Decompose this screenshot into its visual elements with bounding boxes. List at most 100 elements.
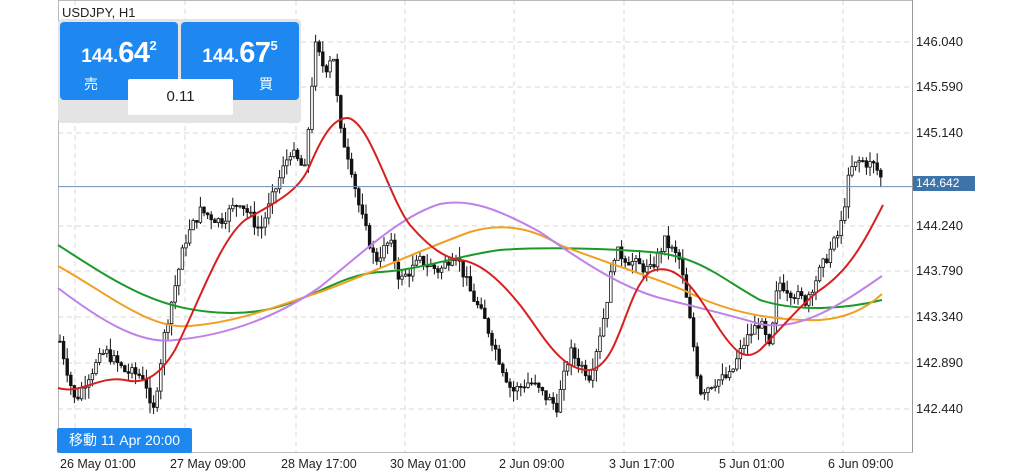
candle-down (220, 218, 224, 224)
candle-down (58, 340, 62, 343)
x-axis-label: 28 May 17:00 (281, 457, 357, 471)
y-axis-label: 145.140 (916, 125, 963, 140)
candle-up (713, 385, 717, 388)
y-axis-label: 146.040 (916, 34, 963, 49)
candle-up (414, 259, 419, 266)
scroll-position-label[interactable]: 移動 11 Apr 20:00 (57, 428, 192, 453)
candle-up (90, 373, 95, 381)
candle-down (407, 273, 411, 277)
candle-up (778, 282, 782, 292)
candle-up (835, 235, 840, 239)
candle-down (493, 344, 498, 350)
candle-up (328, 60, 332, 73)
candle-down (375, 251, 379, 262)
candle-up (655, 251, 660, 268)
candle-up (227, 208, 231, 222)
candle-down (641, 263, 645, 273)
candle-up (173, 285, 177, 303)
spread-field[interactable]: 0.11 (128, 79, 233, 115)
candle-up (105, 349, 109, 354)
candle-down (555, 402, 559, 413)
candle-down (871, 161, 876, 164)
candle-up (814, 280, 818, 293)
candle-down (69, 374, 73, 387)
candle-down (72, 385, 77, 398)
candle-down (879, 169, 883, 178)
candle-down (504, 372, 509, 383)
candle-down (335, 58, 339, 96)
candle-down (684, 274, 689, 298)
candle-down (792, 297, 797, 299)
candle-down (151, 402, 156, 408)
candle-up (731, 368, 735, 372)
candle-up (547, 397, 552, 401)
x-axis-label: 26 May 01:00 (60, 457, 136, 471)
candle-down (724, 374, 728, 379)
candle-up (706, 387, 710, 393)
candle-down (623, 258, 627, 263)
candle-up (94, 362, 98, 374)
candle-down (342, 127, 347, 148)
candle-down (432, 264, 437, 270)
candle-up (231, 205, 235, 210)
candle-up (177, 268, 181, 287)
candle-up (79, 387, 84, 400)
candle-down (497, 348, 501, 365)
candle-down (825, 258, 829, 263)
candle-down (447, 261, 451, 266)
candle-up (745, 334, 750, 346)
candle-up (187, 229, 192, 244)
candle-down (76, 396, 80, 400)
candle-down (436, 268, 440, 273)
candle-up (562, 370, 566, 390)
candle-down (508, 381, 512, 388)
candle-down (295, 149, 300, 160)
candle-up (385, 242, 390, 246)
candle-up (97, 352, 102, 363)
candle-up (828, 248, 833, 263)
candle-down (490, 332, 494, 346)
candle-down (637, 258, 642, 265)
candle-up (263, 217, 267, 228)
candle-down (349, 158, 354, 175)
candle-down (789, 292, 793, 298)
candle-down (691, 317, 696, 348)
candle-down (126, 371, 131, 374)
candle-down (195, 220, 199, 223)
candle-down (61, 340, 66, 360)
candle-up (306, 129, 311, 166)
candle-up (742, 344, 746, 349)
candle-down (537, 382, 541, 388)
candle-down (317, 41, 321, 53)
candle-up (400, 275, 404, 280)
candle-up (450, 260, 455, 266)
candle-down (573, 347, 577, 359)
candle-up (702, 392, 707, 395)
y-axis-label: 145.590 (916, 79, 963, 94)
candle-up (155, 390, 159, 408)
candle-down (245, 208, 249, 213)
candle-up (850, 166, 854, 176)
candle-up (191, 220, 195, 231)
candle-up (558, 389, 563, 413)
candle-up (303, 164, 307, 167)
candle-up (249, 211, 253, 214)
sell-price: 144.642 (81, 37, 157, 69)
candle-down (519, 386, 523, 388)
candle-down (324, 65, 329, 73)
candle-down (576, 357, 581, 367)
candle-down (213, 219, 217, 224)
candle-up (223, 220, 228, 224)
candle-down (864, 160, 869, 168)
candle-down (472, 290, 476, 302)
candle-up (184, 242, 188, 249)
candle-down (551, 397, 555, 404)
candle-up (288, 156, 293, 161)
candle-down (627, 261, 631, 266)
candle-down (544, 390, 548, 401)
candle-up (292, 149, 296, 157)
candle-down (393, 239, 397, 263)
candle-up (101, 352, 105, 355)
candle-up (130, 367, 134, 374)
candle-up (630, 261, 635, 266)
